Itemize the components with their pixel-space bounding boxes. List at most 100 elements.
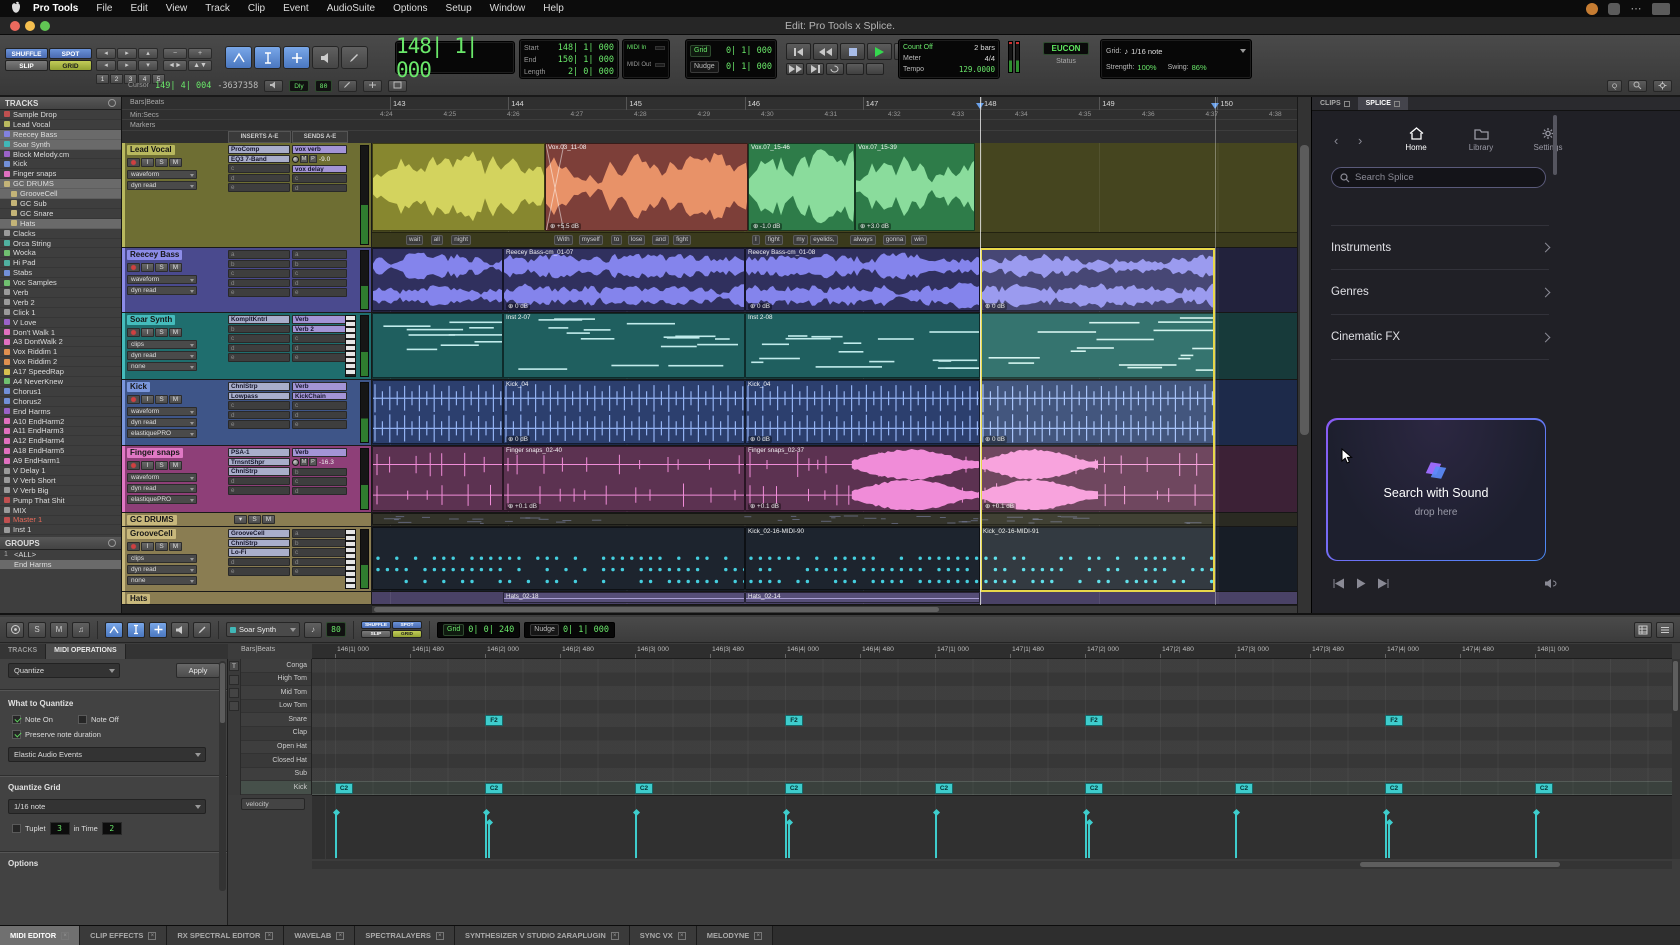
midi-note-kick[interactable]: C2 (1535, 783, 1553, 794)
selector-tool-button[interactable] (254, 46, 281, 69)
velocity-stem[interactable] (788, 822, 790, 858)
gear-icon[interactable] (1653, 80, 1672, 92)
go-to-end-button[interactable] (806, 63, 824, 75)
nav-arrow-icon[interactable]: ▸ (117, 60, 137, 71)
insert-slot[interactable]: e (228, 486, 290, 495)
record-enable-button[interactable] (127, 263, 140, 272)
audio-clip[interactable] (372, 313, 503, 378)
drum-row-kick[interactable]: Kick (241, 781, 311, 795)
send-slot[interactable]: c (292, 548, 347, 557)
selection-length-value[interactable]: 2| 0| 000 (568, 67, 614, 77)
sidebar-track-a18-endharm5[interactable]: A18 EndHarm5 (0, 446, 121, 456)
operations-scrollbar[interactable] (219, 661, 226, 891)
splice-nav-home[interactable]: Home (1394, 127, 1438, 152)
window-tab-spectralayers[interactable]: SPECTRALAYERS× (355, 926, 455, 945)
splice-category-genres[interactable]: Genres (1331, 270, 1549, 315)
send-slot[interactable]: Verb (292, 315, 347, 324)
track-s-button[interactable]: S (155, 542, 168, 551)
track-header-kick[interactable]: KickISMwaveformdyn readelastiquePROChnlS… (122, 380, 372, 446)
track-header-gc-drums[interactable]: GC DRUMS▾SM (122, 513, 372, 527)
edit-mode-spot[interactable]: SPOT (49, 48, 92, 59)
send-slot[interactable]: vox verb (292, 145, 347, 154)
track-m-button[interactable]: M (169, 461, 182, 470)
window-tab-synthesizer-v-studio-2araplugin[interactable]: SYNTHESIZER V STUDIO 2ARAPLUGIN× (455, 926, 630, 945)
lyric-chip[interactable]: fight (765, 235, 783, 245)
folder-collapse-button[interactable]: ▾ (234, 515, 247, 524)
meter-label[interactable]: Meter (903, 55, 921, 62)
send-slot[interactable]: e (292, 288, 347, 297)
nav-arrow-icon[interactable]: ◂ (96, 60, 116, 71)
pencil-tool-button[interactable] (341, 46, 368, 69)
lyric-chip[interactable]: my (793, 235, 807, 245)
menu-audiosuite[interactable]: AudioSuite (318, 3, 384, 14)
midi-note-grid[interactable]: C2C2C2C2C2C2C2C2C2F2F2F2F2 (312, 659, 1672, 795)
track-lane-kick[interactable]: Kick_04⊕ 0 dBKick_04⊕ 0 dB⊕ 0 dB (372, 380, 1297, 446)
insert-slot[interactable]: GrooveCell (228, 529, 290, 538)
insert-slot[interactable]: c (228, 269, 290, 278)
lyric-chip[interactable]: and (652, 235, 669, 245)
audio-clip[interactable]: ⊕ +0.1 dB (980, 446, 1215, 511)
checkbox-icon[interactable] (12, 730, 21, 739)
in-time-field[interactable]: 2 (102, 822, 122, 835)
sidebar-track-finger-snaps[interactable]: Finger snaps (0, 169, 121, 179)
nav-arrow-icon[interactable]: ▴ (138, 48, 158, 59)
insert-slot[interactable]: d (228, 344, 290, 353)
window-title-bar[interactable]: Edit: Pro Tools x Splice. (0, 17, 1680, 35)
midi-note-kick[interactable]: C2 (635, 783, 653, 794)
track-m-button[interactable]: M (262, 515, 275, 524)
velocity-diamond[interactable] (1232, 809, 1239, 816)
audio-clip[interactable]: Hats_02-14 (745, 592, 980, 603)
note-velocity-value[interactable]: 80 (326, 622, 346, 637)
automation-mode-selector[interactable]: dyn read (127, 351, 197, 360)
midi-editor-menu-icon[interactable] (1656, 622, 1674, 638)
sidebar-track-inst-1[interactable]: Inst 1 (0, 525, 121, 535)
return-to-zero-button[interactable] (786, 43, 811, 60)
audio-clip[interactable]: Finger snaps_02-40⊕ +0.1 dB (503, 446, 745, 511)
clip-gain-badge[interactable]: ⊕ +0.1 dB (983, 503, 1016, 510)
quantize-grid-selector[interactable]: 1/16 note (8, 799, 206, 814)
delay-compensation-button[interactable]: Dly (289, 80, 308, 92)
splice-category-instruments[interactable]: Instruments (1331, 225, 1549, 270)
mute-button[interactable]: M (50, 622, 68, 638)
track-header-reecey-bass[interactable]: Reecey BassISMwaveformdyn readabcdeabcde (122, 248, 372, 313)
send-slot[interactable]: d (292, 344, 347, 353)
clip-gain-badge[interactable]: ⊕ 0 dB (748, 303, 772, 310)
audio-clip[interactable] (980, 313, 1215, 378)
audio-clip[interactable] (372, 513, 1215, 525)
post-roll-button[interactable] (866, 63, 884, 75)
midi-edit-mode-slip[interactable]: SLIP (361, 630, 391, 638)
groove-grid-value[interactable]: 1/16 note (1131, 47, 1162, 56)
track-view-selector[interactable]: waveform (127, 407, 197, 416)
midi-editor-track-selector[interactable]: Soar Synth (226, 622, 300, 637)
sidebar-track-chorus1[interactable]: Chorus1 (0, 387, 121, 397)
selection-start-value[interactable]: 148| 1| 000 (558, 43, 614, 53)
audio-clip[interactable]: Vox.03_11-08⊕ +5.5 dB (545, 143, 748, 231)
close-icon[interactable]: × (678, 932, 686, 940)
preserve-duration-checkbox[interactable]: Preserve note duration (12, 730, 101, 739)
midi-pencil-tool-button[interactable] (193, 622, 211, 638)
drum-row-clap[interactable]: Clap (241, 727, 311, 741)
splice-nav-settings[interactable]: Settings (1526, 127, 1570, 152)
track-s-button[interactable]: S (155, 461, 168, 470)
track-s-button[interactable]: S (155, 263, 168, 272)
scrubber-tool-button[interactable] (312, 46, 339, 69)
swing-value[interactable]: 86% (1192, 63, 1207, 72)
zoom-preset-2[interactable]: 2 (110, 74, 123, 84)
automation-mode-selector[interactable]: dyn read (127, 286, 197, 295)
group-end-harms[interactable]: End Harms (0, 560, 121, 570)
checkbox-icon[interactable] (12, 824, 21, 833)
midi-grid-display[interactable]: Grid 0| 0| 240 (437, 622, 520, 638)
nav-arrow-icon[interactable]: ◂ (96, 48, 116, 59)
track-i-button[interactable]: I (141, 328, 154, 337)
checkbox-icon[interactable] (78, 715, 87, 724)
track-name[interactable]: Lead Vocal (127, 145, 175, 155)
velocity-diamond[interactable] (1382, 809, 1389, 816)
velocity-stem[interactable] (935, 812, 937, 858)
insert-slot[interactable]: PSA-1 (228, 448, 290, 457)
velocity-diamond[interactable] (632, 809, 639, 816)
grid-value[interactable]: 0| 1| 000 (726, 46, 772, 56)
sidebar-track-stabs[interactable]: Stabs (0, 268, 121, 278)
tab-tracks[interactable]: TRACKS (0, 644, 46, 659)
send-slot[interactable]: e (292, 567, 347, 576)
timeline-insertion-toggle-icon[interactable] (388, 80, 407, 92)
